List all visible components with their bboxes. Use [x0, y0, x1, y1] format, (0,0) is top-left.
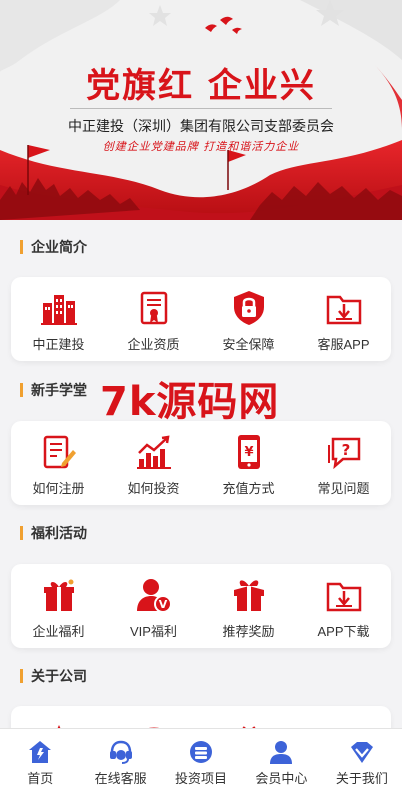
menu-item-label: 客服APP: [317, 337, 370, 352]
company-intro-card: 中正建投 企业资质 安全保障 客服APP: [11, 277, 391, 361]
banner-divider: [70, 108, 332, 109]
section-title-newbie: 新手学堂: [20, 382, 87, 398]
section-accent-bar: [20, 240, 23, 254]
tab-label: 在线客服: [94, 771, 147, 786]
menu-item-recharge[interactable]: ¥ 充值方式: [201, 421, 296, 505]
menu-item-label: 企业福利: [32, 624, 85, 639]
watermark-text: 7k源码网: [100, 379, 280, 425]
menu-item-label: 充值方式: [222, 481, 275, 496]
svg-text:V: V: [158, 598, 167, 611]
tab-label: 关于我们: [335, 771, 388, 786]
tab-label: 首页: [27, 771, 54, 786]
menu-item-how-invest[interactable]: 如何投资: [106, 421, 201, 505]
reward-box-icon: [230, 576, 268, 614]
svg-text:¥: ¥: [244, 445, 253, 460]
menu-item-service-app[interactable]: 客服APP: [296, 277, 391, 361]
menu-item-referral-reward[interactable]: 推荐奖励: [201, 564, 296, 648]
register-form-icon: [40, 433, 78, 471]
phone-yuan-icon: ¥: [230, 433, 268, 471]
question-bubble-icon: ?: [325, 433, 363, 471]
party-banner[interactable]: 党旗红 企业兴 中正建投（深圳）集团有限公司支部委员会 创建企业党建品牌 打造和…: [0, 0, 402, 220]
banner-title: 党旗红 企业兴: [86, 66, 316, 106]
section-title-text: 福利活动: [31, 525, 87, 541]
section-title-about-company: 关于公司: [20, 668, 87, 684]
menu-item-label: 安全保障: [222, 337, 275, 352]
section-accent-bar: [20, 526, 23, 540]
tab-about-us[interactable]: 关于我们: [322, 729, 402, 794]
menu-item-label: 推荐奖励: [222, 624, 275, 639]
tab-home[interactable]: 首页: [0, 729, 80, 794]
tab-member-center[interactable]: 会员中心: [241, 729, 321, 794]
section-title-text: 关于公司: [31, 668, 87, 684]
section-title-text: 企业简介: [31, 239, 87, 255]
investment-icon: [188, 739, 214, 765]
menu-item-qualification[interactable]: 企业资质: [106, 277, 201, 361]
welfare-card: 企业福利 V VIP福利 推荐奖励 APP下载: [11, 564, 391, 648]
banner-subtitle: 中正建投（深圳）集团有限公司支部委员会: [68, 118, 334, 134]
section-accent-bar: [20, 383, 23, 397]
customer-service-icon: [108, 739, 134, 765]
app-download-icon: [325, 576, 363, 614]
about-heart-icon: [349, 739, 375, 765]
banner-slogan: 创建企业党建品牌 打造和谐活力企业: [102, 140, 300, 153]
vip-user-icon: V: [135, 576, 173, 614]
menu-item-label: VIP福利: [130, 624, 177, 639]
section-title-text: 新手学堂: [31, 382, 87, 398]
gift-box-icon: [40, 576, 78, 614]
menu-item-zhongzheng[interactable]: 中正建投: [11, 277, 106, 361]
menu-item-app-download[interactable]: APP下载: [296, 564, 391, 648]
menu-item-label: 常见问题: [317, 481, 370, 496]
menu-item-label: 如何投资: [127, 481, 180, 496]
tab-label: 投资项目: [175, 771, 228, 786]
menu-item-company-welfare[interactable]: 企业福利: [11, 564, 106, 648]
shield-lock-icon: [230, 289, 268, 327]
certificate-icon: [135, 289, 173, 327]
menu-item-security[interactable]: 安全保障: [201, 277, 296, 361]
app-root: 党旗红 企业兴 中正建投（深圳）集团有限公司支部委员会 创建企业党建品牌 打造和…: [0, 0, 402, 794]
svg-text:?: ?: [341, 441, 350, 459]
chart-up-icon: [135, 433, 173, 471]
tab-online-service[interactable]: 在线客服: [80, 729, 160, 794]
menu-item-faq[interactable]: ? 常见问题: [296, 421, 391, 505]
menu-item-label: 如何注册: [32, 481, 85, 496]
section-title-company-intro: 企业简介: [20, 239, 87, 255]
menu-item-label: APP下载: [317, 624, 370, 639]
banner-background: [0, 0, 402, 220]
section-accent-bar: [20, 669, 23, 683]
menu-item-label: 企业资质: [127, 337, 180, 352]
bottom-tab-bar: 首页 在线客服 投资项目 会员中心 关于我们: [0, 728, 402, 794]
menu-item-label: 中正建投: [32, 337, 85, 352]
menu-item-how-register[interactable]: 如何注册: [11, 421, 106, 505]
buildings-icon: [40, 289, 78, 327]
newbie-card: 如何注册 如何投资 ¥ 充值方式 ? 常见问题: [11, 421, 391, 505]
home-icon: [27, 739, 53, 765]
member-icon: [268, 739, 294, 765]
download-folder-icon: [325, 289, 363, 327]
section-title-welfare: 福利活动: [20, 525, 87, 541]
tab-investment[interactable]: 投资项目: [161, 729, 241, 794]
tab-label: 会员中心: [255, 771, 308, 786]
menu-item-vip-welfare[interactable]: V VIP福利: [106, 564, 201, 648]
